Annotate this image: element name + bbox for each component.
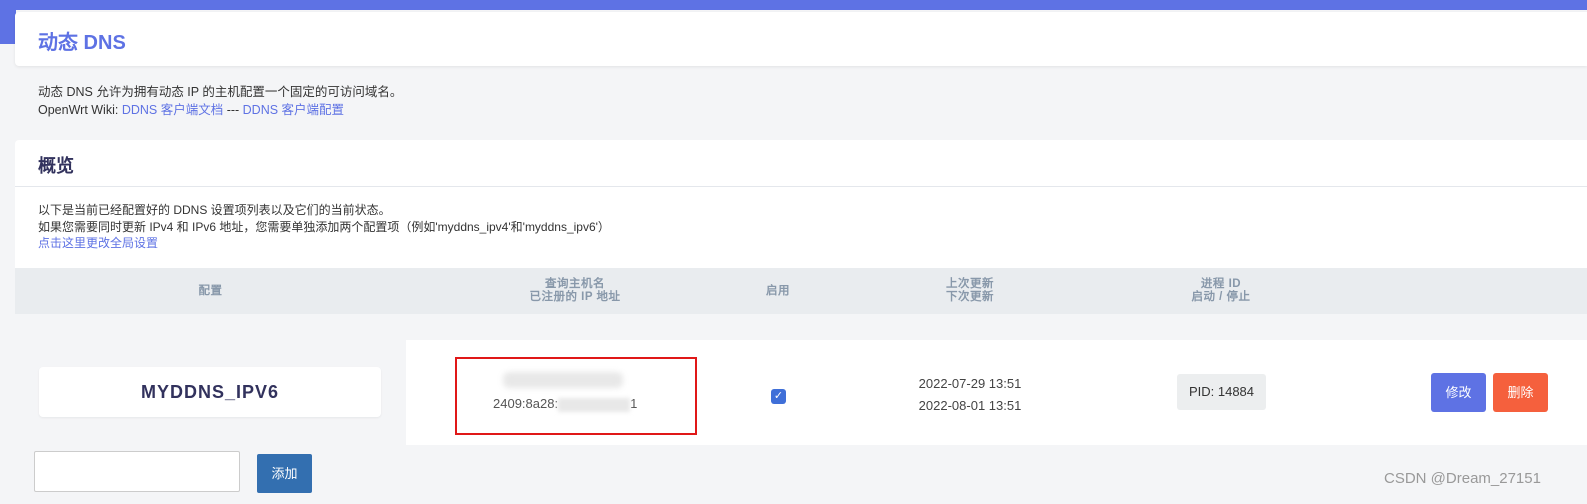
table-spacer: [15, 314, 1587, 341]
th-host-line2: 已注册的 IP 地址: [529, 291, 621, 303]
overview-header: 概览: [15, 140, 1587, 187]
th-pid-line1: 进程 ID: [1200, 278, 1242, 290]
th-config: 配置: [198, 285, 223, 297]
overview-line1: 以下是当前已经配置好的 DDNS 设置项列表以及它们的当前状态。: [38, 203, 391, 217]
row-config-cell: MYDDNS_IPV6: [15, 340, 406, 445]
wiki-separator: ---: [223, 103, 243, 117]
add-section: 添加: [15, 445, 1587, 504]
global-settings-link[interactable]: 点击这里更改全局设置: [38, 236, 158, 250]
next-update: 2022-08-01 13:51: [918, 398, 1022, 413]
overview-card: 概览 以下是当前已经配置好的 DDNS 设置项列表以及它们的当前状态。 如果您需…: [15, 140, 1587, 504]
table-row: MYDDNS_IPV6 2409:8a28: 1 ✓ 2022-07-29 13:…: [15, 340, 1587, 445]
th-host: 查询主机名 已注册的 IP 地址: [475, 278, 675, 304]
top-accent-bar-left: [0, 10, 16, 44]
watermark: CSDN @Dream_27151: [1384, 470, 1541, 487]
th-update-line2: 下次更新: [946, 291, 994, 303]
last-update: 2022-07-29 13:51: [918, 376, 1022, 391]
ddns-docs-link[interactable]: DDNS 客户端文档: [122, 103, 223, 117]
th-update-line1: 上次更新: [946, 278, 994, 290]
table-header: 配置 查询主机名 已注册的 IP 地址 启用 上次更新 下次更新 进程 ID 启…: [15, 268, 1587, 314]
title-card: 动态 DNS: [15, 12, 1587, 66]
page-title: 动态 DNS: [38, 32, 126, 54]
overview-line2: 如果您需要同时更新 IPv4 和 IPv6 地址，您需要单独添加两个配置项（例如…: [38, 219, 610, 234]
top-accent-bar: [0, 0, 1587, 10]
config-name: MYDDNS_IPV6: [39, 367, 381, 417]
edit-button[interactable]: 修改: [1431, 373, 1486, 412]
description-text: 动态 DNS 允许为拥有动态 IP 的主机配置一个固定的可访问域名。: [38, 85, 403, 99]
th-host-line1: 查询主机名: [545, 278, 605, 290]
enabled-checkbox[interactable]: ✓: [771, 389, 786, 404]
th-pid-line2: 启动 / 停止: [1191, 291, 1251, 303]
th-pid: 进程 ID 启动 / 停止: [1171, 278, 1271, 304]
new-config-name-input[interactable]: [34, 451, 240, 492]
wiki-prefix: OpenWrt Wiki:: [38, 103, 122, 117]
overview-title: 概览: [38, 156, 74, 176]
th-update: 上次更新 下次更新: [920, 278, 1020, 304]
wiki-line: OpenWrt Wiki: DDNS 客户端文档 --- DDNS 客户端配置: [38, 101, 402, 119]
update-times: 2022-07-29 13:51 2022-08-01 13:51: [905, 373, 1035, 417]
pid-button[interactable]: PID: 14884: [1177, 374, 1266, 410]
add-button[interactable]: 添加: [257, 454, 312, 493]
page-description: 动态 DNS 允许为拥有动态 IP 的主机配置一个固定的可访问域名。 OpenW…: [38, 83, 402, 119]
ddns-config-link[interactable]: DDNS 客户端配置: [243, 103, 344, 117]
th-enabled: 启用: [766, 285, 790, 297]
highlight-box: [455, 357, 697, 435]
delete-button[interactable]: 删除: [1493, 373, 1548, 412]
overview-description: 以下是当前已经配置好的 DDNS 设置项列表以及它们的当前状态。 如果您需要同时…: [38, 202, 610, 252]
